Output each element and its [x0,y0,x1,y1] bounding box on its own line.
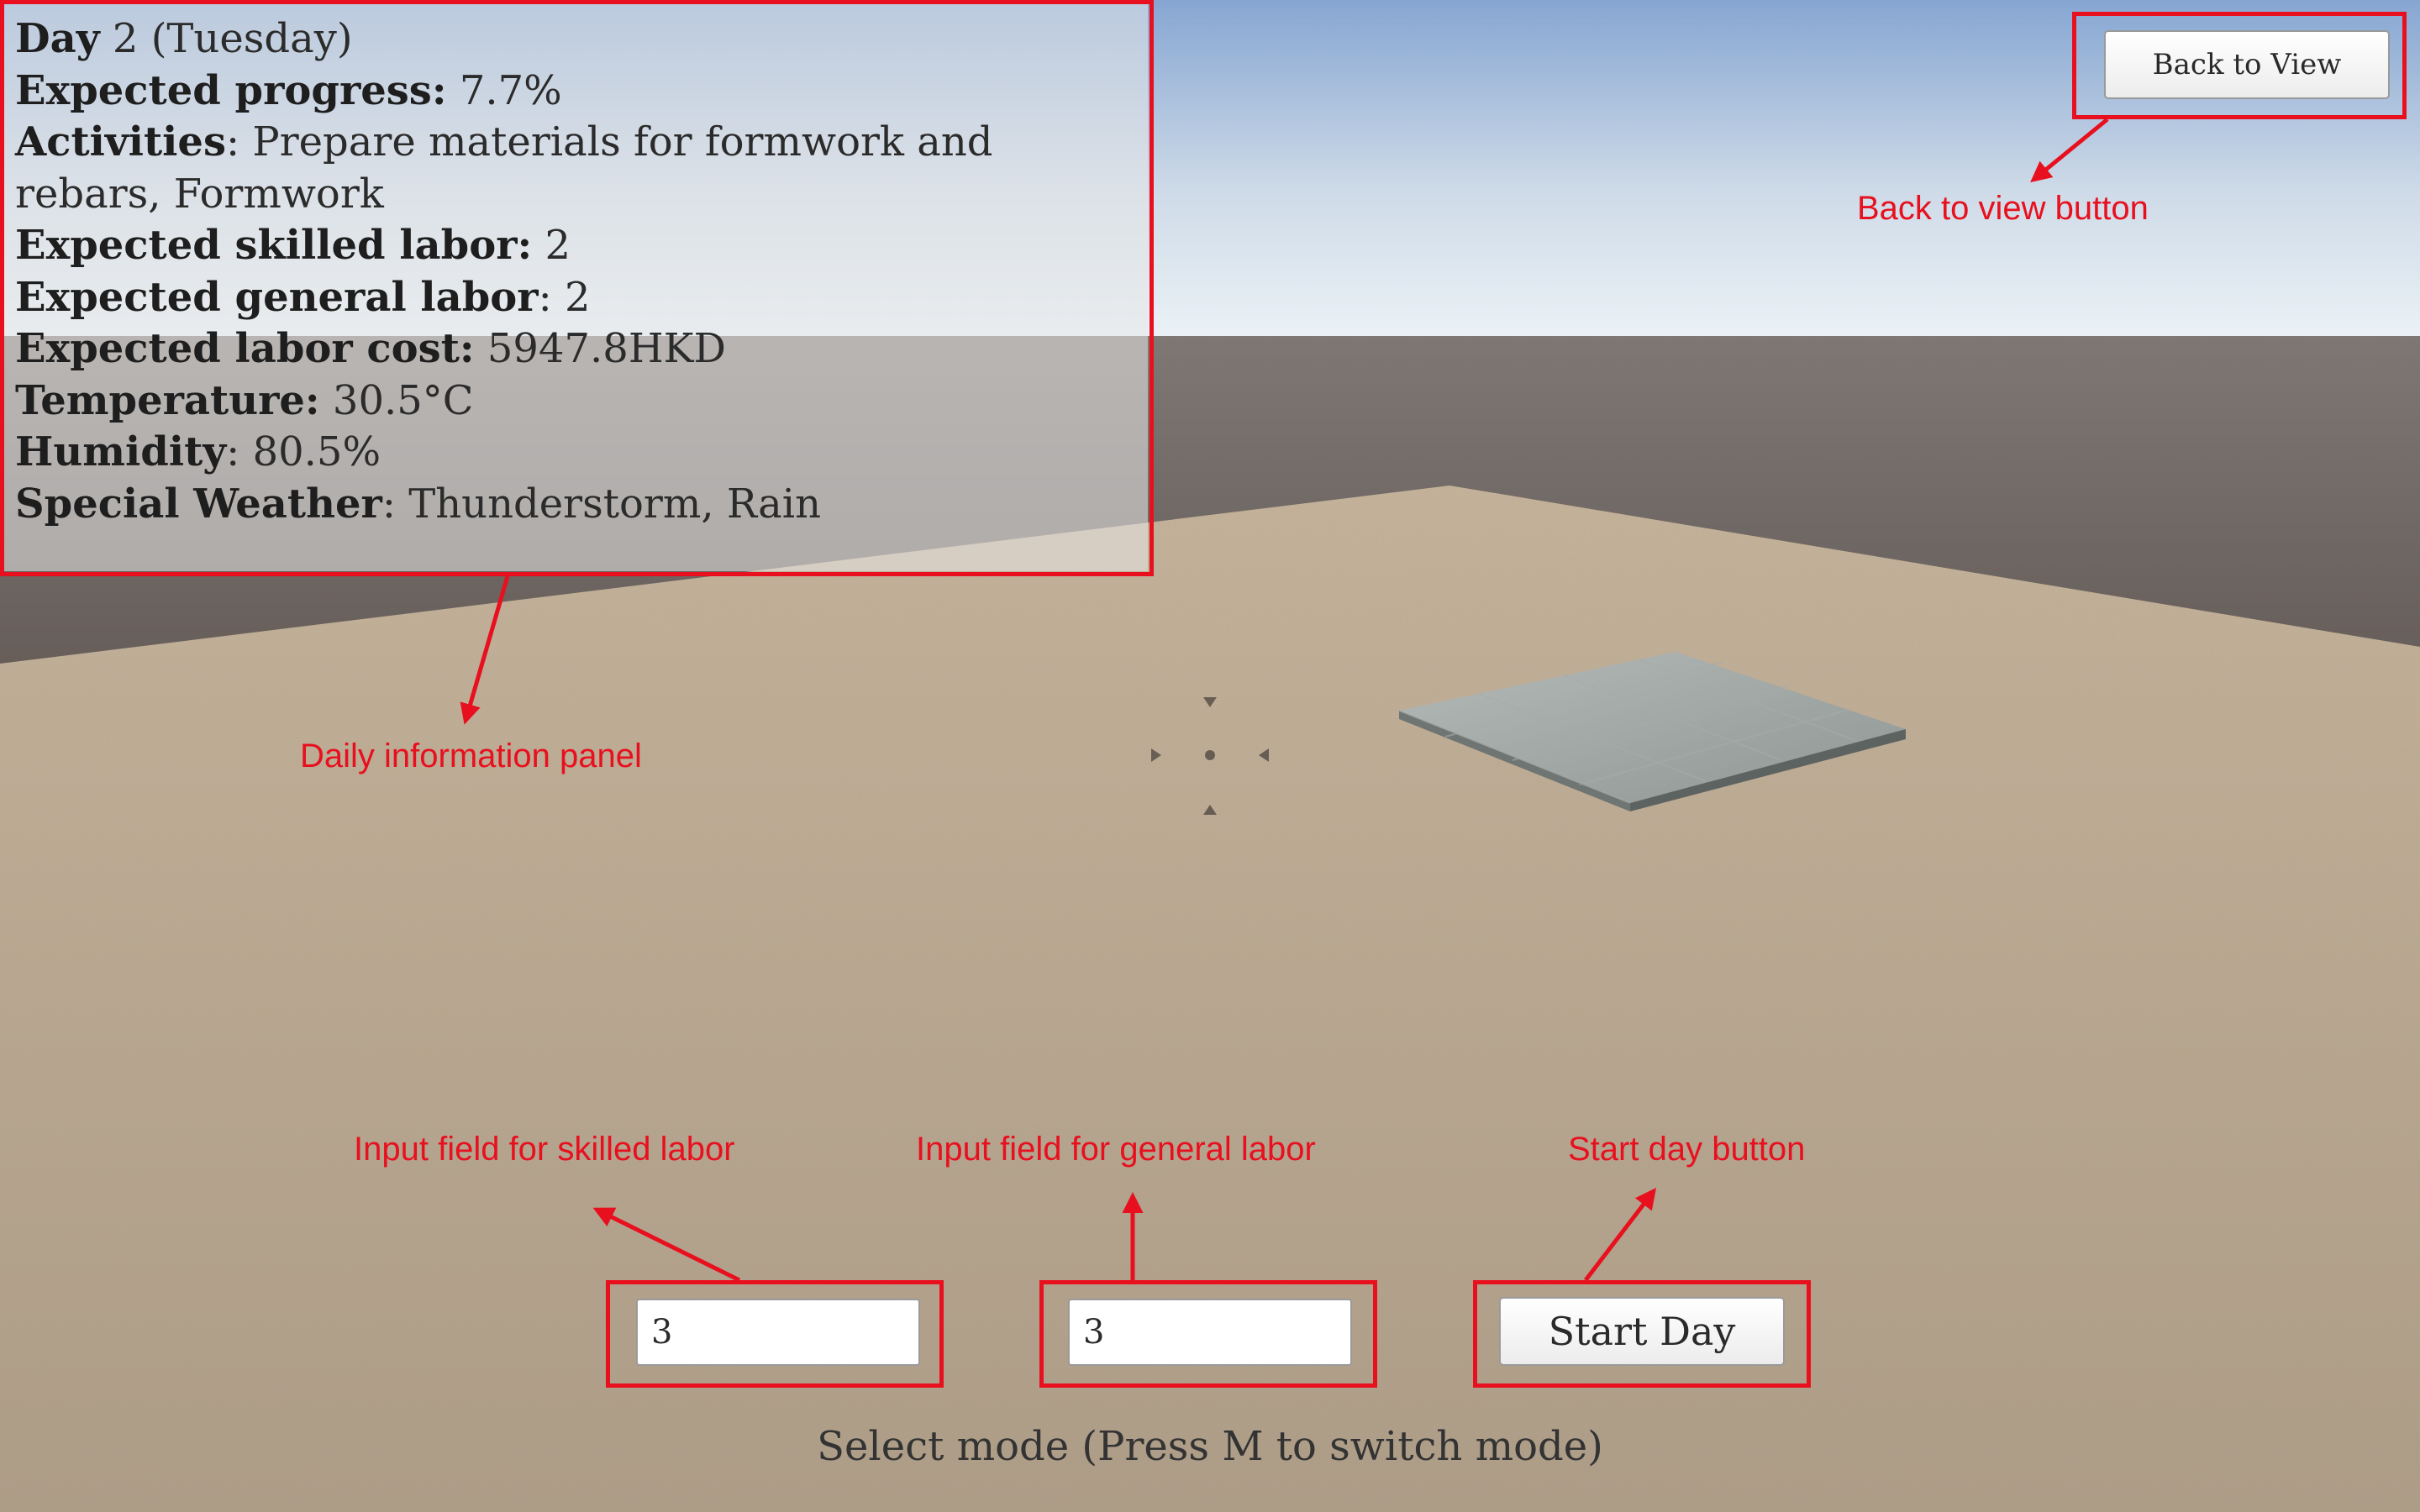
annotation-box-back-to-view [2072,12,2407,119]
annotation-label-daily-panel: Daily information panel [300,738,642,774]
annotation-box-start-day [1473,1280,1811,1388]
annotation-label-general-input: Input field for general labor [916,1131,1316,1168]
annotation-box-daily-panel [0,0,1154,576]
annotation-box-skilled-input [606,1280,944,1388]
annotation-box-general-input [1039,1280,1377,1388]
annotation-label-skilled-input: Input field for skilled labor [354,1131,735,1168]
mode-status-text: Select mode (Press M to switch mode) [817,1423,1603,1470]
annotation-label-back-to-view: Back to view button [1857,190,2149,227]
annotation-label-start-day: Start day button [1568,1131,1806,1168]
